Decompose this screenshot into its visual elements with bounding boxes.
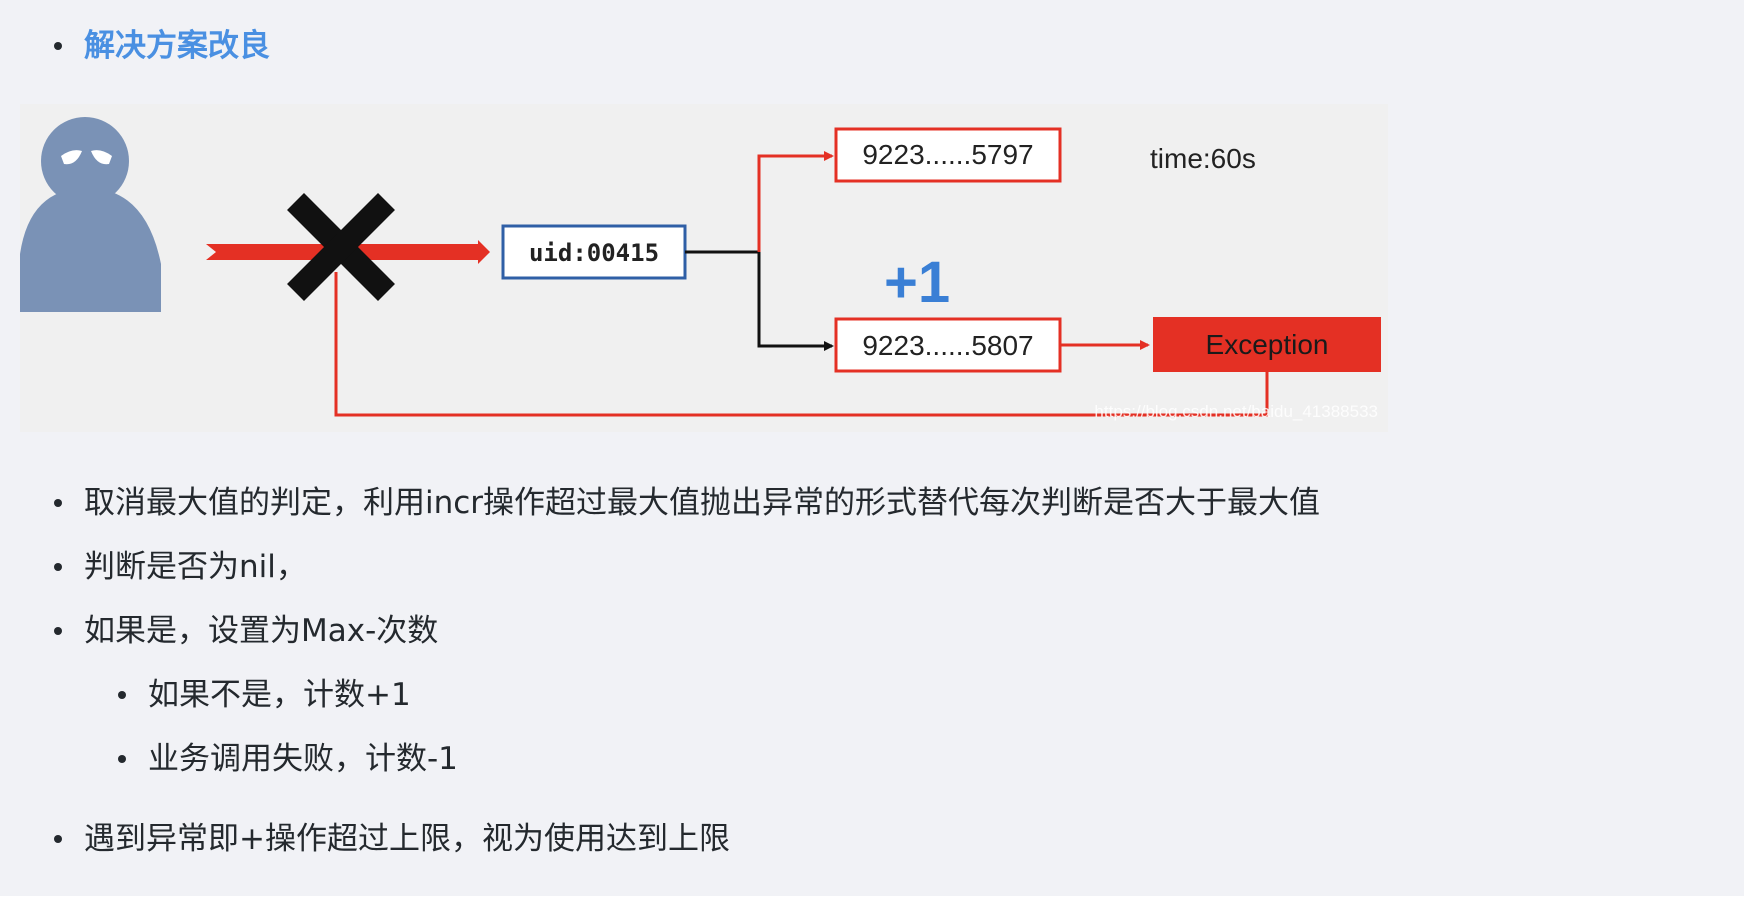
list-item: 判断是否为nil，: [54, 549, 307, 585]
document-page: 解决方案改良 uid:00415 9223......5797 time:60s…: [0, 0, 1744, 896]
flow-diagram-svg: uid:00415 9223......5797 time:60s +1 922…: [20, 117, 1381, 421]
time-label: time:60s: [1150, 143, 1256, 174]
top-value-label: 9223......5797: [862, 139, 1033, 170]
increment-label: +1: [884, 250, 950, 315]
top-branch-arrow: [757, 151, 834, 252]
attacker-icon: [20, 117, 161, 312]
page-bottom-strip: [0, 896, 1744, 904]
list-item: 取消最大值的判定，利用incr操作超过最大值抛出异常的形式替代每次判断是否大于最…: [53, 485, 1321, 521]
list-item: 如果是，设置为Max-次数: [53, 613, 439, 649]
sub-list-item: 业务调用失败，计数-1: [118, 741, 458, 777]
exception-label: Exception: [1206, 329, 1329, 360]
heading-list-item: 解决方案改良: [54, 26, 270, 66]
uid-connector: [685, 250, 834, 351]
heading-link[interactable]: 解决方案改良: [84, 28, 270, 64]
flow-diagram: uid:00415 9223......5797 time:60s +1 922…: [20, 104, 1388, 432]
list-item: 遇到异常即+操作超过上限，视为使用达到上限: [54, 821, 730, 857]
uid-label: uid:00415: [529, 239, 659, 267]
watermark-text: https://blog.csdn.net/baidu_41388533: [1094, 402, 1378, 421]
bottom-value-label: 9223......5807: [862, 330, 1033, 361]
sub-list-item: 如果不是，计数+1: [118, 677, 411, 713]
